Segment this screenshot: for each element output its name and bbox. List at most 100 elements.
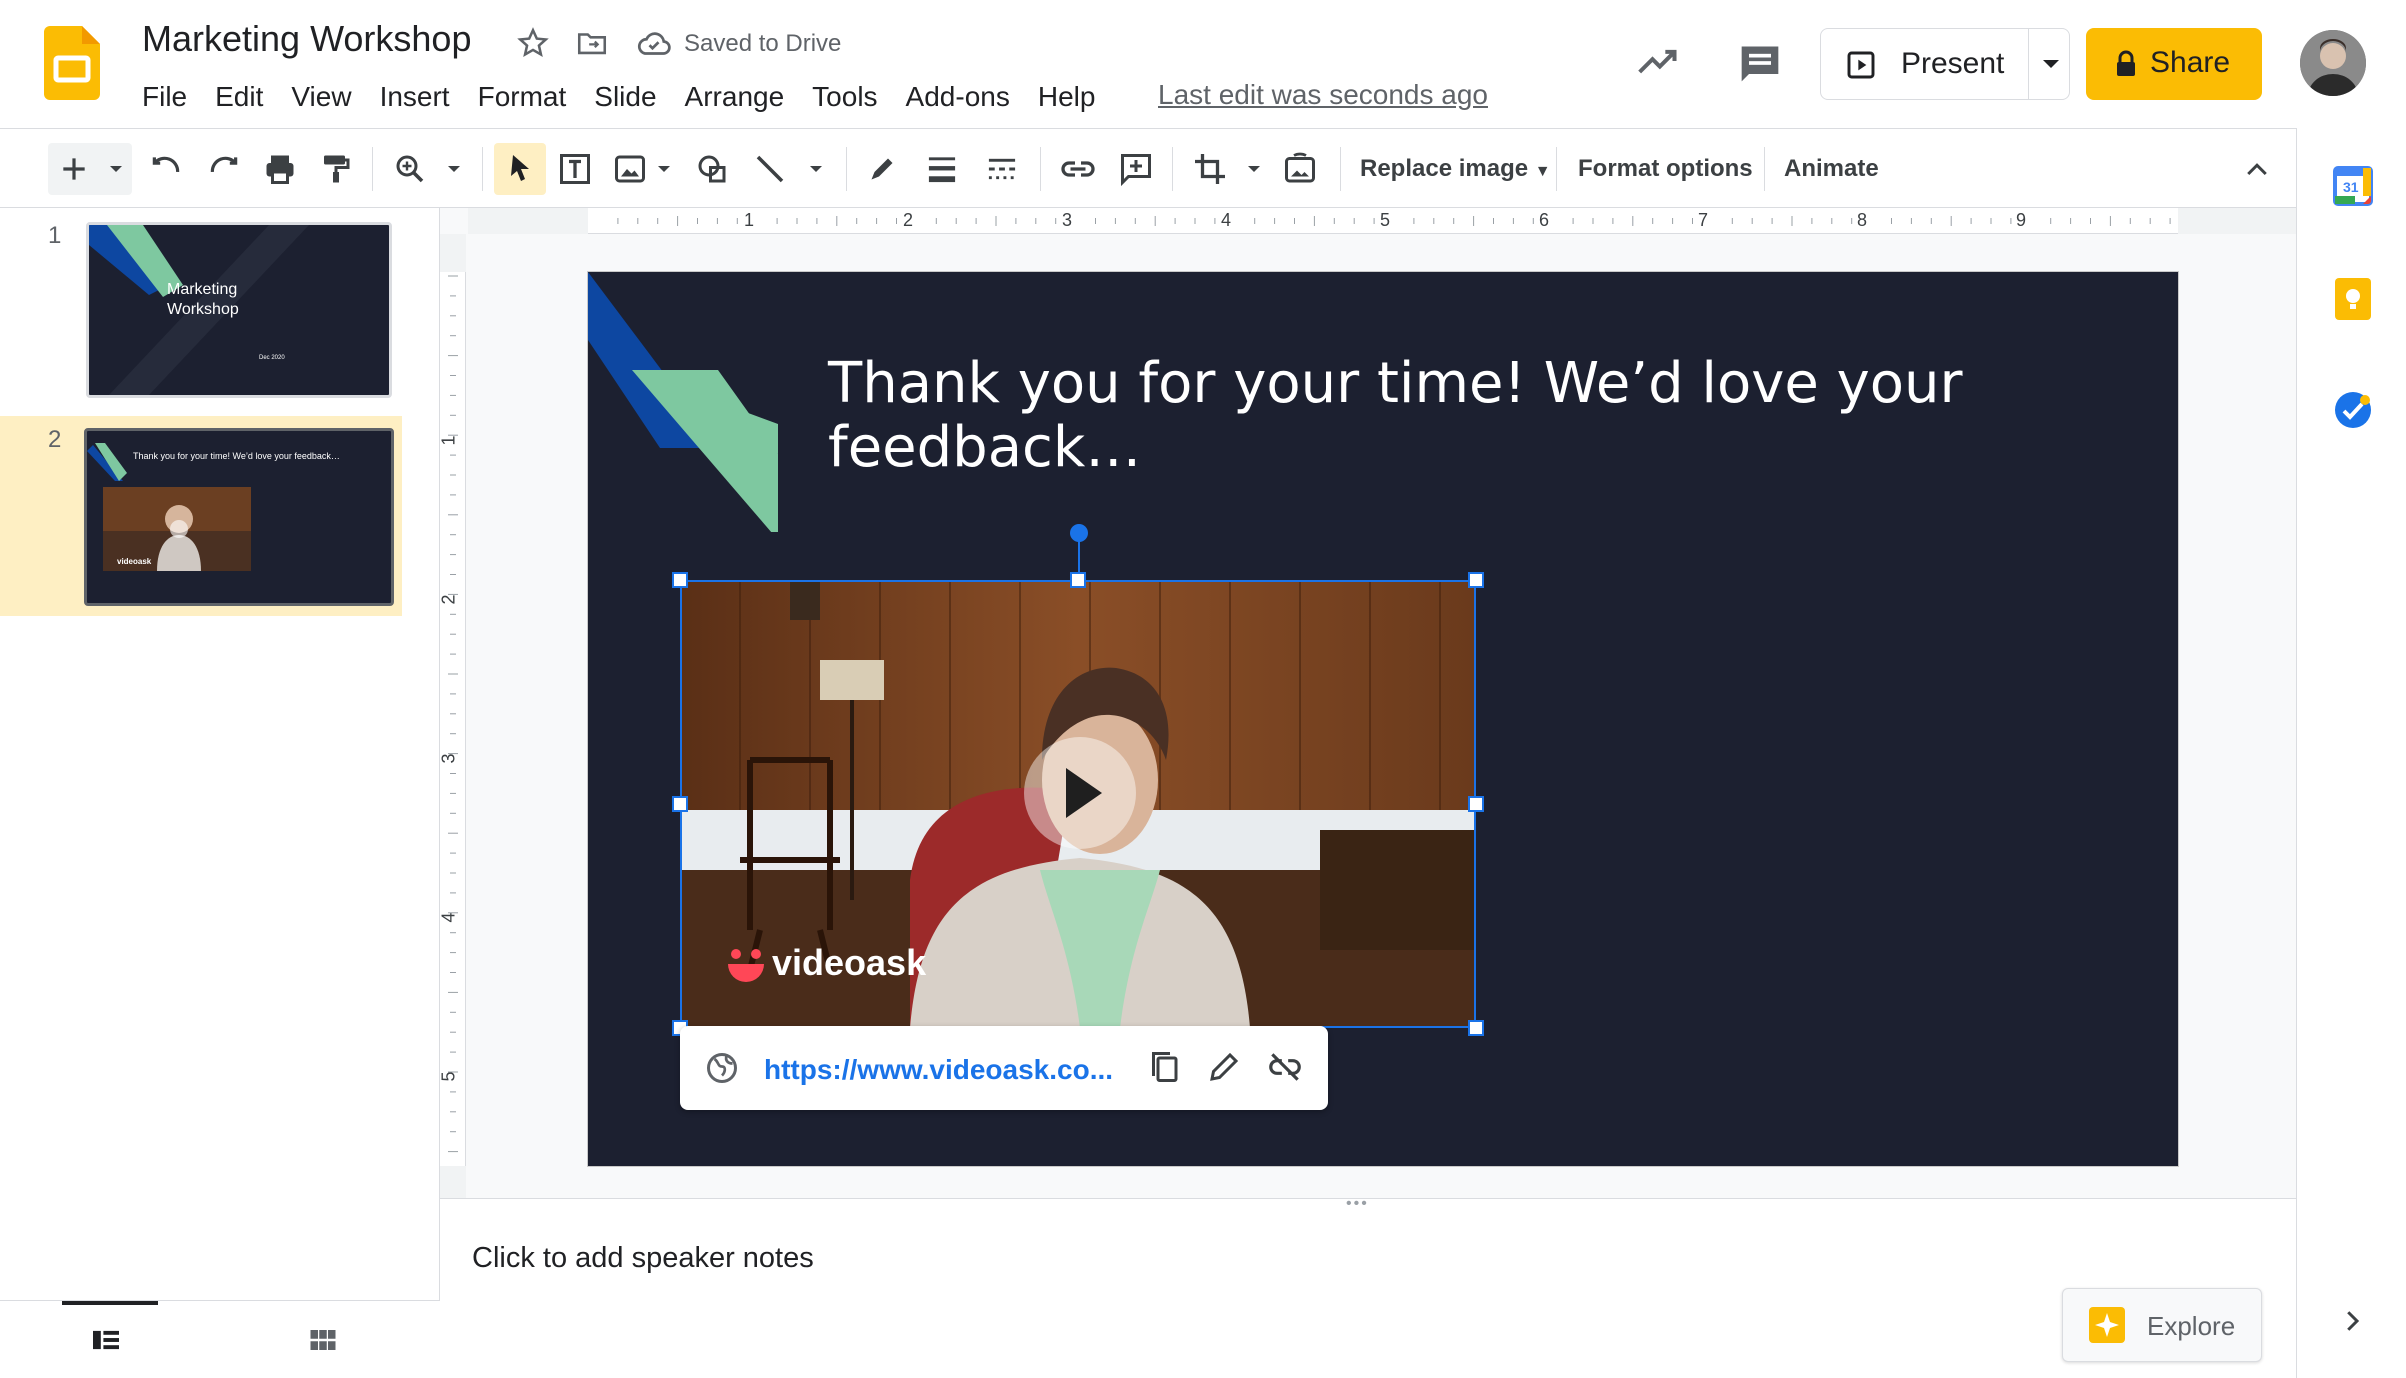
resize-handle-bottom-right[interactable] [1468,1020,1484,1036]
slide-title[interactable]: Thank you for your time! We’d love your … [828,352,2028,480]
format-options-button[interactable]: Format options [1578,155,1753,183]
thumbnail-video-brand: videoask [117,557,152,566]
drag-dots-icon: ••• [1346,1195,1369,1212]
horizontal-ruler[interactable]: 1 2 3 4 5 6 7 8 9 [468,208,2296,234]
rotation-handle[interactable] [1070,524,1088,542]
redo-icon[interactable] [206,153,242,185]
speaker-notes-placeholder[interactable]: Click to add speaker notes [472,1242,814,1275]
undo-icon[interactable] [148,153,184,185]
add-comment-icon[interactable] [1118,151,1154,187]
crop-dropdown[interactable] [1242,159,1266,179]
menu-tools[interactable]: Tools [798,81,891,113]
vertical-ruler[interactable]: 1 2 3 4 5 [439,234,466,1198]
line-icon[interactable] [752,151,788,187]
explore-button[interactable]: Explore [2062,1288,2262,1362]
activity-trend-icon[interactable] [1636,44,1680,78]
reset-image-icon[interactable] [1282,151,1318,187]
grid-view-icon[interactable] [308,1327,338,1353]
plus-icon[interactable] [58,153,90,185]
crop-icon[interactable] [1192,151,1228,187]
share-label: Share [2150,46,2231,79]
slide-thumbnail-1[interactable]: Marketing Workshop Dec 2020 [86,222,392,398]
filmstrip-view-controls [0,1300,440,1378]
resize-handle-top[interactable] [1070,572,1086,588]
insert-image-dropdown[interactable] [652,159,676,179]
star-icon[interactable] [516,26,550,60]
line-dropdown[interactable] [804,159,828,179]
link-url[interactable]: https://www.videoask.co... [764,1054,1113,1086]
ruler-ticks [448,275,458,1153]
user-avatar[interactable] [2300,30,2366,96]
decorative-shapes [588,272,778,532]
active-view-indicator [62,1301,158,1305]
slides-logo-icon[interactable] [44,26,100,100]
calendar-icon[interactable]: 31 [2333,166,2373,206]
menu-slide[interactable]: Slide [580,81,670,113]
slide-number: 2 [48,426,62,453]
border-dash-icon[interactable] [984,153,1020,185]
replace-image-label: Replace image [1360,155,1529,182]
link-preview-popup: https://www.videoask.co... [680,1026,1328,1110]
select-tool-button[interactable] [494,143,546,195]
speaker-notes[interactable]: Click to add speaker notes Explore [440,1216,2296,1378]
notes-resize-handle[interactable]: ••• [440,1195,2296,1216]
border-color-icon[interactable] [864,151,900,187]
insert-link-icon[interactable] [1058,151,1098,187]
shape-icon[interactable] [694,151,730,187]
resize-handle-right[interactable] [1468,796,1484,812]
chevron-down-icon [110,166,122,172]
edit-link-icon[interactable] [1206,1048,1242,1086]
tasks-icon[interactable] [2333,390,2373,430]
text-box-icon[interactable] [556,151,594,187]
thumbnail-title: Thank you for your time! We’d love your … [133,451,340,461]
menu-view[interactable]: View [277,81,365,113]
keep-icon[interactable] [2335,278,2371,320]
menu-file[interactable]: File [128,81,201,113]
document-title[interactable]: Marketing Workshop [142,18,471,60]
print-icon[interactable] [262,151,298,187]
filmstrip-view-icon[interactable] [90,1327,122,1353]
menu-format[interactable]: Format [464,81,581,113]
present-label: Present [1901,47,2005,80]
comments-icon[interactable] [1738,42,1782,84]
resize-handle-top-right[interactable] [1468,572,1484,588]
share-button[interactable]: Share [2086,28,2262,100]
app-header: Marketing Workshop Saved to Drive File E… [0,0,2406,128]
replace-image-button[interactable]: Replace image ▼ [1360,155,1551,183]
toolbar: Replace image ▼ Format options Animate [0,128,2296,208]
zoom-dropdown[interactable] [442,159,466,179]
calendar-day: 31 [2343,179,2359,195]
border-weight-icon[interactable] [924,153,960,185]
menu-help[interactable]: Help [1024,81,1110,113]
animate-button[interactable]: Animate [1784,155,1879,183]
present-icon [1845,49,1877,81]
present-options-dropdown[interactable] [2032,28,2070,100]
menu-arrange[interactable]: Arrange [671,81,799,113]
explore-icon [2087,1305,2127,1345]
slide-thumbnail-2[interactable]: Thank you for your time! We’d love your … [84,428,394,606]
paint-format-icon[interactable] [318,151,354,187]
copy-link-icon[interactable] [1146,1048,1182,1086]
side-panel: 31 [2296,128,2406,1378]
collapse-toolbar-icon[interactable] [2242,155,2272,183]
chevron-down-icon [2043,60,2059,68]
menu-insert[interactable]: Insert [366,81,464,113]
move-folder-icon[interactable] [574,26,610,60]
resize-handle-left[interactable] [672,796,688,812]
chevron-right-icon[interactable] [2339,1306,2365,1336]
insert-image-icon[interactable] [612,151,648,187]
last-edit-link[interactable]: Last edit was seconds ago [1158,79,1488,111]
menu-add-ons[interactable]: Add-ons [892,81,1024,113]
thumbnail-title-line1: Marketing [167,281,238,298]
chevron-down-icon [658,166,670,172]
zoom-icon[interactable] [392,151,428,187]
new-slide-layout-dropdown[interactable] [104,159,128,179]
cursor-arrow-icon [511,155,529,181]
explore-label: Explore [2147,1311,2236,1341]
menu-edit[interactable]: Edit [201,81,277,113]
resize-handle-top-left[interactable] [672,572,688,588]
toolbar-separator [846,147,847,191]
chevron-down-icon [810,166,822,172]
remove-link-icon[interactable] [1266,1048,1304,1086]
toolbar-separator [372,147,373,191]
